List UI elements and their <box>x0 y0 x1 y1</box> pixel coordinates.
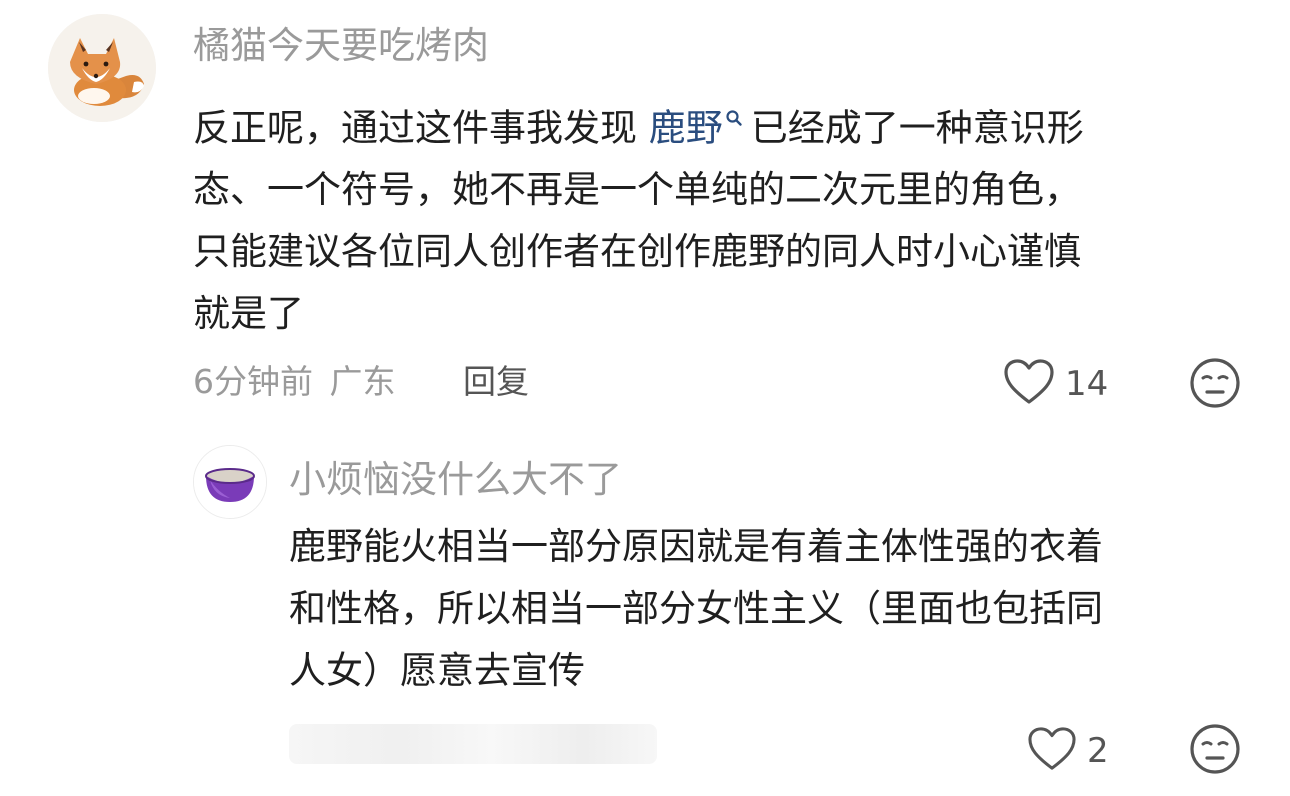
heart-icon <box>1027 726 1077 776</box>
comment-line: 人女）愿意去宣传 <box>289 649 585 692</box>
comment-body: 鹿野能火相当一部分原因就是有着主体性强的衣着 和性格，所以相当一部分女性主义（里… <box>289 516 1103 702</box>
blurred-meta <box>289 724 657 764</box>
reply-comment-item: 小烦恼没什么大不了 鹿野能火相当一部分原因就是有着主体性强的衣着 和性格，所以相… <box>0 420 1290 796</box>
like-count: 14 <box>1065 364 1109 404</box>
comment-meta: 6分钟前 广东 <box>193 362 396 402</box>
comment-line: 反正呢，通过这件事我发现 鹿野 已经成了一种意识形 <box>193 84 1084 159</box>
comment-line: 和性格，所以相当一部分女性主义（里面也包括同 <box>289 587 1103 630</box>
comment-item: 橘猫今天要吃烤肉 反正呢，通过这件事我发现 鹿野 已经成了一种意识形 态、一个符号… <box>0 0 1290 420</box>
comment-line: 鹿野能火相当一部分原因就是有着主体性强的衣着 <box>289 525 1103 568</box>
mention-link[interactable]: 鹿野 <box>649 106 723 149</box>
neutral-face-icon <box>1189 724 1241 779</box>
comment-username[interactable]: 橘猫今天要吃烤肉 <box>193 24 489 68</box>
comment-line: 就是了 <box>193 292 304 336</box>
purple-bowl-avatar-icon[interactable] <box>193 445 267 519</box>
dislike-face-button[interactable] <box>1189 357 1241 413</box>
like-button[interactable]: 14 <box>1003 358 1108 410</box>
heart-icon <box>1003 358 1055 410</box>
dislike-face-button[interactable] <box>1189 723 1241 779</box>
neutral-face-icon <box>1189 358 1241 413</box>
like-count: 2 <box>1087 731 1109 771</box>
comment-username[interactable]: 小烦恼没什么大不了 <box>289 458 622 502</box>
search-icon[interactable] <box>725 84 743 146</box>
reply-button[interactable]: 回复 <box>463 362 529 402</box>
like-button[interactable]: 2 <box>1027 726 1109 776</box>
comment-body: 反正呢，通过这件事我发现 鹿野 已经成了一种意识形 态、一个符号，她不再是一个单纯… <box>193 84 1084 345</box>
comment-line: 态、一个符号，她不再是一个单纯的二次元里的角色， <box>193 168 1081 212</box>
comment-time: 6分钟前 <box>193 362 313 401</box>
comment-location: 广东 <box>329 362 396 401</box>
comment-line: 只能建议各位同人创作者在创作鹿野的同人时小心谨慎 <box>193 230 1081 274</box>
fox-avatar-icon[interactable] <box>48 14 156 122</box>
